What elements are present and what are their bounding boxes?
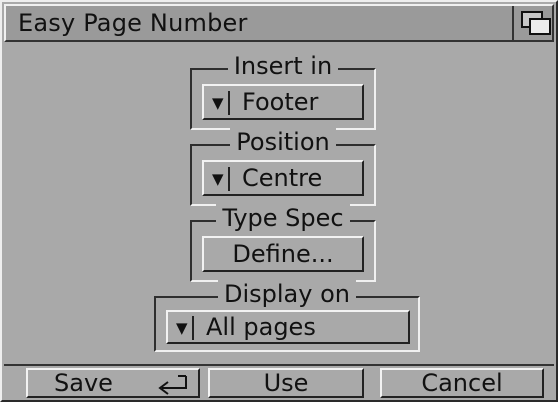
cycle-arrow-icon: ▼ xyxy=(208,91,230,115)
cancel-button[interactable]: Cancel xyxy=(380,368,544,398)
position-value: Centre xyxy=(242,164,323,192)
use-button-label: Use xyxy=(263,369,309,397)
insert-in-group: Insert in ▼ Footer xyxy=(190,52,376,130)
type-spec-group: Type Spec Define... xyxy=(190,204,376,282)
insert-in-cycle[interactable]: ▼ Footer xyxy=(202,84,364,120)
title-bar[interactable]: Easy Page Number xyxy=(4,4,554,42)
position-group: Position ▼ Centre xyxy=(190,128,376,206)
display-on-label: Display on xyxy=(218,280,356,308)
display-on-value: All pages xyxy=(206,313,316,341)
position-label: Position xyxy=(230,128,336,156)
define-button-label: Define... xyxy=(232,240,334,268)
depth-gadget-icon[interactable] xyxy=(512,6,551,40)
action-bar: Save Use Cancel xyxy=(4,364,554,400)
insert-in-label: Insert in xyxy=(227,52,339,80)
return-key-icon xyxy=(158,375,187,395)
cycle-arrow-icon: ▼ xyxy=(208,167,230,191)
cycle-arrow-icon: ▼ xyxy=(172,316,194,340)
type-spec-label: Type Spec xyxy=(216,204,350,232)
cancel-button-label: Cancel xyxy=(421,369,503,397)
window-title: Easy Page Number xyxy=(18,9,248,37)
define-button[interactable]: Define... xyxy=(202,236,364,272)
display-on-group: Display on ▼ All pages xyxy=(154,280,420,352)
display-on-cycle[interactable]: ▼ All pages xyxy=(166,310,410,344)
position-cycle[interactable]: ▼ Centre xyxy=(202,160,364,196)
easy-page-number-window: Easy Page Number Insert in ▼ Footer Posi… xyxy=(0,0,558,402)
save-button[interactable]: Save xyxy=(26,368,200,398)
use-button[interactable]: Use xyxy=(208,368,364,398)
insert-in-value: Footer xyxy=(242,88,319,116)
